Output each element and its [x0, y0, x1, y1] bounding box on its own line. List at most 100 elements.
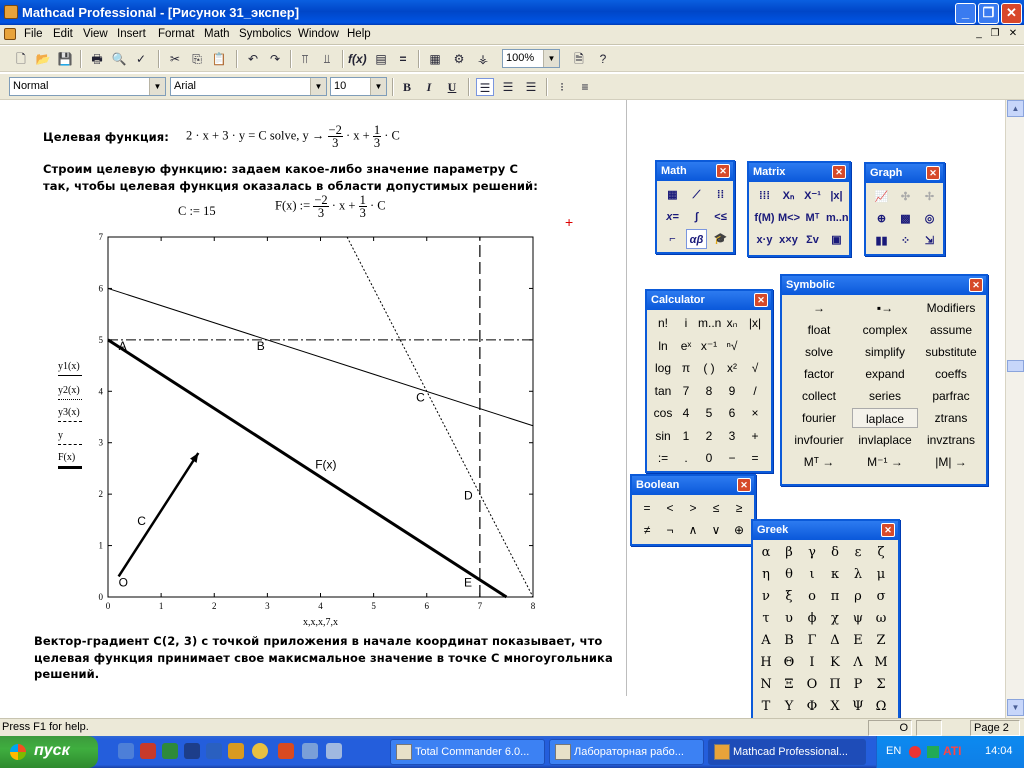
greek-letter[interactable]: Υ	[778, 697, 800, 717]
greek-letter[interactable]: Ψ	[847, 697, 869, 717]
font-select[interactable]: Arial ▼	[170, 77, 327, 96]
greek-letter[interactable]: Δ	[824, 631, 846, 651]
italic-button[interactable]: I	[420, 78, 438, 96]
open-icon[interactable]: 📂	[34, 50, 52, 68]
evaluation-toolbar-icon[interactable]: x=	[662, 207, 683, 227]
calculator-key[interactable]: +	[744, 426, 766, 446]
spell-check-icon[interactable]: ✓	[132, 50, 150, 68]
menu-insert[interactable]: Insert	[117, 28, 146, 40]
greek-letter[interactable]: Κ	[824, 653, 846, 673]
greek-toolbar-icon[interactable]: αβ	[686, 229, 707, 249]
calculator-key[interactable]: 8	[698, 381, 720, 401]
menu-view[interactable]: View	[83, 28, 108, 40]
taskbar-item-active[interactable]: Mathcad Professional...	[708, 739, 866, 765]
palette-title-bar[interactable]: Greek ✕	[753, 521, 898, 540]
insert-unit-icon[interactable]: ▤	[372, 50, 390, 68]
doc-restore-button[interactable]: ❐	[988, 28, 1002, 41]
greek-letter[interactable]: Ο	[801, 675, 823, 695]
palette-title-bar[interactable]: Boolean ✕	[632, 476, 754, 495]
greek-letter[interactable]: Γ	[801, 631, 823, 651]
calculator-key[interactable]: ( )	[698, 358, 720, 378]
calculate-icon[interactable]: =	[394, 50, 412, 68]
size-select[interactable]: 10 ▼	[330, 77, 387, 96]
redo-icon[interactable]: ↷	[266, 50, 284, 68]
menu-window[interactable]: Window	[298, 28, 339, 40]
greek-letter[interactable]: Φ	[801, 697, 823, 717]
calculator-palette[interactable]: Calculator ✕ n! i m..n xₙ |x| ln eˣ x⁻¹ ⁿ√ log π( )…	[645, 289, 773, 473]
programming-toolbar-icon[interactable]: ⌐	[662, 229, 683, 249]
quicklaunch-player-icon[interactable]	[252, 743, 268, 759]
align-top-icon[interactable]: ⫪	[296, 50, 314, 68]
close-icon[interactable]: ✕	[754, 293, 768, 307]
tray-shield-icon[interactable]	[909, 746, 921, 758]
calculator-key[interactable]: :=	[652, 448, 674, 468]
mathcad-app-icon[interactable]	[4, 5, 18, 19]
greek-letter[interactable]: σ	[870, 587, 892, 607]
greek-letter[interactable]: μ	[870, 565, 892, 585]
resources-icon[interactable]: 🗎	[570, 50, 588, 68]
taskbar-item[interactable]: Total Commander 6.0...	[390, 739, 545, 765]
greek-letter[interactable]: Μ	[870, 653, 892, 673]
greek-letter[interactable]: Τ	[755, 697, 777, 717]
greek-letter[interactable]: ε	[847, 543, 869, 563]
greek-letter[interactable]: δ	[824, 543, 846, 563]
scatter-plot-icon[interactable]: ⁘	[895, 231, 916, 251]
symbolic-toolbar-icon[interactable]: 🎓	[710, 229, 731, 249]
symbolic-keyword[interactable]: laplace	[852, 408, 918, 428]
dot-product-icon[interactable]: x·y	[754, 230, 775, 250]
greek-letter[interactable]: β	[778, 543, 800, 563]
greek-letter[interactable]: ρ	[847, 587, 869, 607]
vector-field-icon[interactable]: ⇲	[919, 231, 940, 251]
vector-sum-icon[interactable]: Σv	[802, 230, 823, 250]
menu-format[interactable]: Format	[158, 28, 194, 40]
calculator-key[interactable]: √	[744, 358, 766, 378]
close-icon[interactable]: ✕	[926, 166, 940, 180]
math-palette[interactable]: Math ✕ ▦ ⟋ ⁞⁞ x= ∫ <≤ ⌐ αβ 🎓	[655, 160, 735, 254]
menu-file[interactable]: File	[24, 28, 43, 40]
calculator-key[interactable]: 6	[721, 403, 743, 423]
tray-ati-icon[interactable]: ATI	[943, 744, 961, 758]
calculator-toolbar-icon[interactable]: ▦	[662, 185, 683, 205]
symbolic-keyword[interactable]: assume	[918, 320, 984, 340]
menu-help[interactable]: Help	[347, 28, 371, 40]
graph-toolbar-icon[interactable]: ⟋	[686, 185, 707, 205]
close-icon[interactable]: ✕	[969, 278, 983, 292]
symbolic-keyword[interactable]: invfourier	[786, 430, 852, 450]
calculator-key[interactable]: ln	[652, 336, 674, 356]
new-icon[interactable]: 🗋	[12, 50, 30, 68]
range-icon[interactable]: m..n	[826, 208, 849, 228]
quicklaunch-app-icon[interactable]	[228, 743, 244, 759]
close-icon[interactable]: ✕	[881, 523, 895, 537]
trace-icon[interactable]: ✢	[919, 187, 940, 207]
symbolic-keyword[interactable]: float	[786, 320, 852, 340]
calculator-key[interactable]: 2	[698, 426, 720, 446]
greek-letter[interactable]: λ	[847, 565, 869, 585]
doc-minimize-button[interactable]: _	[972, 28, 986, 41]
align-left-icon[interactable]: ☰	[476, 78, 494, 96]
f-definition[interactable]: F(x) := −2 3 · x + 13 · C	[275, 194, 386, 220]
calculator-key[interactable]: =	[744, 448, 766, 468]
symbolic-keyword[interactable]: series	[852, 386, 918, 406]
superscript-icon[interactable]: M<>	[778, 208, 800, 228]
contour-plot-icon[interactable]: ◎	[919, 209, 940, 229]
save-icon[interactable]: 💾	[56, 50, 74, 68]
determinant-icon[interactable]: |x|	[826, 186, 847, 206]
run-script-icon[interactable]: ⚶	[474, 50, 492, 68]
calculator-key[interactable]: ⁿ√	[721, 336, 743, 356]
quicklaunch-desktop-icon[interactable]	[118, 743, 134, 759]
greek-letter[interactable]: ϕ	[801, 609, 823, 629]
greek-letter[interactable]: ι	[801, 565, 823, 585]
underline-button[interactable]: U	[443, 78, 461, 96]
calculator-key[interactable]: 1	[675, 426, 697, 446]
objective-expression[interactable]: 2 · x + 3 · y = C solve, y → −2 3 · x + 1…	[186, 124, 400, 150]
symbolic-keyword[interactable]: |M| →	[918, 452, 984, 472]
greek-letter[interactable]: Η	[755, 653, 777, 673]
symbolic-keyword[interactable]: →	[786, 298, 852, 318]
scroll-thumb[interactable]	[1007, 360, 1024, 372]
greek-letter[interactable]: τ	[755, 609, 777, 629]
doc-close-button[interactable]: ✕	[1006, 28, 1020, 41]
bold-button[interactable]: B	[398, 78, 416, 96]
calculator-key[interactable]: x²	[721, 358, 743, 378]
greek-letter[interactable]: ζ	[870, 543, 892, 563]
subscript-icon[interactable]: Xₙ	[778, 186, 799, 206]
